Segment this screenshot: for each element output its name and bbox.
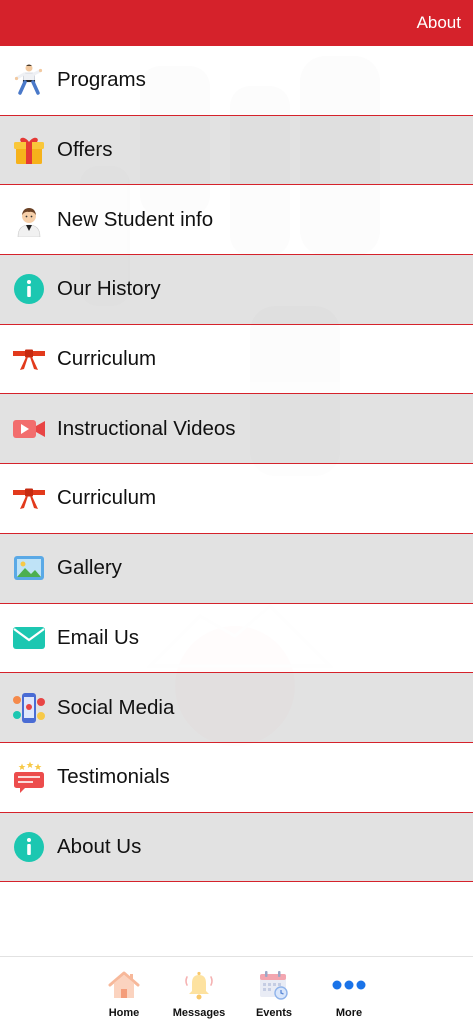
menu-item-new-student-info[interactable]: New Student info [0,185,473,256]
menu-item-gallery[interactable]: Gallery [0,533,473,604]
home-icon [106,969,142,1001]
menu-item-label: Curriculum [57,486,157,510]
menu-item-label: Offers [57,138,113,162]
menu-item-label: Social Media [57,695,175,719]
tab-events[interactable]: Events [237,957,312,1024]
bell-icon [181,969,217,1001]
calendar-icon [256,969,292,1001]
menu-item-our-history[interactable]: Our History [0,255,473,325]
menu-item-offers[interactable]: Offers [0,115,473,186]
belt-icon [12,342,46,376]
menu-item-label: Instructional Videos [57,416,236,440]
menu-item-label: Email Us [57,625,140,649]
menu-item-testimonials[interactable]: Testimonials [0,742,473,813]
menu-item-instructional-videos[interactable]: Instructional Videos [0,394,473,465]
menu-item-email-us[interactable]: Email Us [0,603,473,674]
tab-events-label: Events [255,1007,293,1019]
menu-item-label: Curriculum [57,347,157,371]
tab-home-label: Home [108,1007,140,1019]
karate-kid-icon [12,63,46,97]
tab-more-label: More [335,1007,363,1019]
menu-item-programs[interactable]: Programs [0,46,473,116]
menu-item-label: Testimonials [57,765,170,789]
gift-icon [12,133,46,167]
tab-messages-label: Messages [172,1007,226,1019]
menu-item-curriculum-2[interactable]: Curriculum [0,464,473,534]
envelope-icon [12,621,46,655]
tab-home[interactable]: Home [87,957,162,1024]
tab-more[interactable]: More [312,957,387,1024]
menu-item-label: Our History [57,277,161,301]
tab-messages[interactable]: Messages [162,957,237,1024]
video-camera-icon [12,412,46,446]
info-icon [12,830,46,864]
social-media-icon [12,691,46,725]
menu-list: Programs Offers New Student info Our His… [0,46,473,883]
menu-item-label: About Us [57,834,142,858]
belt-icon [12,481,46,515]
header-title[interactable]: About [417,13,461,33]
gallery-icon [12,551,46,585]
info-icon [12,272,46,306]
menu-item-label: New Student info [57,207,214,231]
more-dots-icon [331,969,367,1001]
top-bar: About [0,0,473,46]
bottom-tab-bar: Home Messages Events More [0,956,473,1024]
menu-item-label: Gallery [57,556,122,580]
testimonial-icon [12,760,46,794]
app-screen: About Programs Offers New Student info O… [0,0,473,1024]
menu-item-social-media[interactable]: Social Media [0,673,473,743]
menu-item-label: Programs [57,68,146,92]
student-icon [12,203,46,237]
menu-item-curriculum[interactable]: Curriculum [0,324,473,395]
menu-item-about-us[interactable]: About Us [0,812,473,883]
